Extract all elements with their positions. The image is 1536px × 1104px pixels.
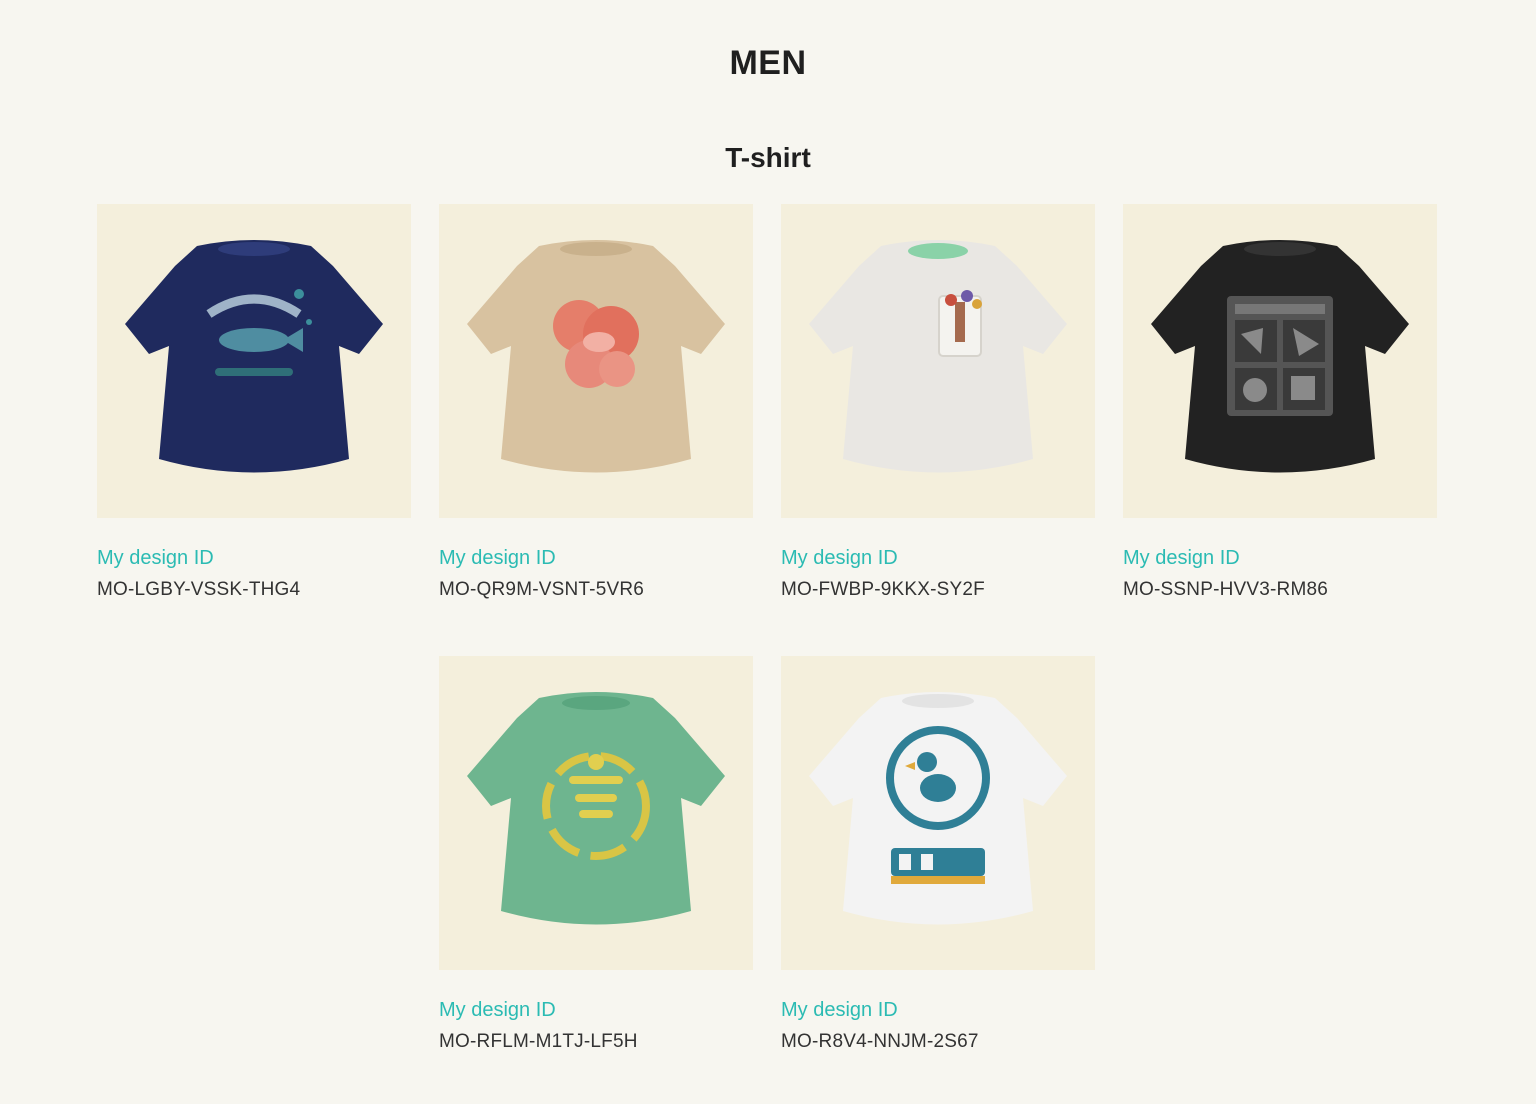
shirt-image[interactable] xyxy=(97,204,411,518)
design-id-value[interactable]: MO-R8V4-NNJM-2S67 xyxy=(781,1030,1095,1054)
shirt-image[interactable] xyxy=(781,656,1095,970)
shirt-image[interactable] xyxy=(781,204,1095,518)
design-id-label: My design ID xyxy=(781,547,898,569)
design-id-value[interactable]: MO-QR9M-VSNT-5VR6 xyxy=(439,578,753,602)
shirt-image[interactable] xyxy=(1123,204,1437,518)
design-card[interactable]: My design ID MO-QR9M-VSNT-5VR6 xyxy=(439,204,753,602)
section-title: T-shirt xyxy=(725,142,811,173)
design-id-label: My design ID xyxy=(1123,547,1240,569)
design-id-value[interactable]: MO-FWBP-9KKX-SY2F xyxy=(781,578,1095,602)
design-id-value[interactable]: MO-SSNP-HVV3-RM86 xyxy=(1123,578,1437,602)
design-id-value[interactable]: MO-RFLM-M1TJ-LF5H xyxy=(439,1030,753,1054)
shirt-image[interactable] xyxy=(439,656,753,970)
shirt-image[interactable] xyxy=(439,204,753,518)
design-id-value[interactable]: MO-LGBY-VSSK-THG4 xyxy=(97,578,411,602)
page-title: MEN xyxy=(729,44,807,82)
design-card[interactable]: My design ID MO-SSNP-HVV3-RM86 xyxy=(1123,204,1437,602)
design-card[interactable]: My design ID MO-R8V4-NNJM-2S67 xyxy=(781,656,1095,1054)
design-card[interactable]: My design ID MO-LGBY-VSSK-THG4 xyxy=(97,204,411,602)
design-id-label: My design ID xyxy=(439,999,556,1021)
design-id-label: My design ID xyxy=(439,547,556,569)
design-card[interactable]: My design ID MO-RFLM-M1TJ-LF5H xyxy=(439,656,753,1054)
design-id-label: My design ID xyxy=(97,547,214,569)
design-card[interactable]: My design ID MO-FWBP-9KKX-SY2F xyxy=(781,204,1095,602)
design-id-label: My design ID xyxy=(781,999,898,1021)
